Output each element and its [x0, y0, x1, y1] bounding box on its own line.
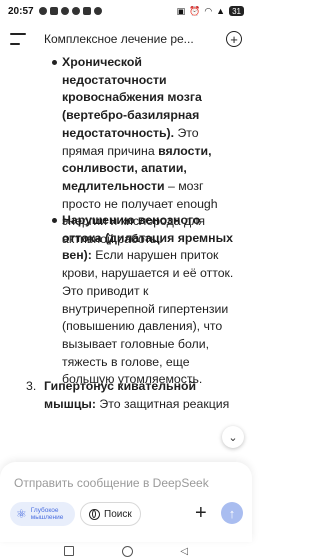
search-label: Поиск	[104, 508, 132, 520]
globe-icon	[89, 508, 100, 520]
nfc-icon: ▣	[176, 5, 186, 16]
deep-think-button[interactable]: ⚛ Глубокое мышление	[10, 502, 75, 526]
composer: ⚛ Глубокое мышление Поиск + ↑	[0, 462, 252, 542]
back-icon[interactable]: ◁	[180, 546, 188, 557]
numbered-item: 3. Гипертонус кивательной мышцы: Это защ…	[26, 378, 244, 410]
message-input[interactable]	[12, 472, 236, 494]
status-time: 20:57	[8, 5, 34, 17]
menu-icon[interactable]	[10, 33, 26, 45]
list-item: Нарушению венозного оттока (дилатация яр…	[52, 212, 242, 389]
arrow-up-icon: ↑	[228, 505, 236, 521]
recents-icon[interactable]	[63, 546, 74, 556]
wifi-icon: ◠	[204, 5, 213, 16]
attach-button[interactable]: +	[195, 503, 207, 523]
signal-icon: ▲	[216, 6, 226, 16]
app-header: Комплексное лечение ре... +	[0, 24, 252, 54]
battery-icon: 31	[229, 6, 244, 16]
notification-icon	[60, 7, 69, 15]
search-button[interactable]: Поиск	[80, 502, 141, 526]
item-number: 3.	[26, 379, 37, 393]
deep-think-label: Глубокое мышление	[30, 507, 64, 521]
chat-message: Хронической недостаточности кровоснабжен…	[0, 54, 252, 410]
notification-icon	[38, 7, 47, 15]
notification-icon	[93, 7, 102, 15]
atom-icon: ⚛	[16, 507, 27, 521]
chat-title[interactable]: Комплексное лечение ре...	[44, 32, 218, 46]
notification-icon	[71, 7, 80, 15]
notification-icon	[49, 7, 58, 15]
chevron-down-icon: ⌄	[228, 431, 238, 444]
alarm-icon: ⏰	[189, 5, 201, 16]
plus-icon: +	[195, 502, 207, 524]
notification-icon	[82, 7, 91, 15]
status-bar: 20:57 ▣ ⏰ ◠ ▲ 31	[0, 0, 252, 22]
home-icon[interactable]	[121, 545, 133, 557]
scroll-down-button[interactable]: ⌄	[222, 426, 244, 448]
send-button[interactable]: ↑	[221, 502, 243, 524]
system-nav-bar: ◁	[0, 542, 252, 560]
new-chat-icon[interactable]: +	[226, 31, 242, 47]
bullet-text: Если нарушен приток крови, нарушается и …	[62, 248, 234, 387]
